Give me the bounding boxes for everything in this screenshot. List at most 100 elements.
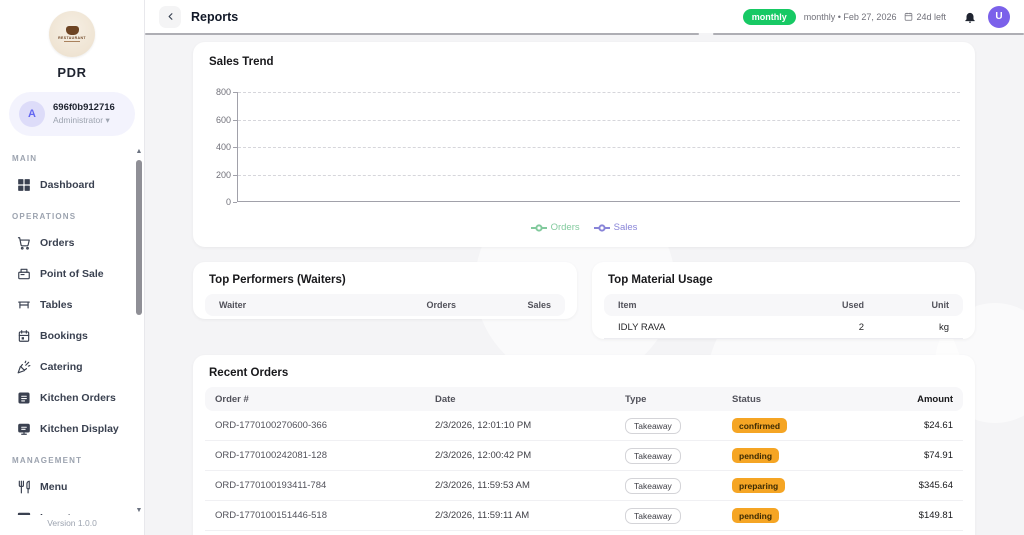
y-axis-tick-mark	[233, 202, 237, 203]
account-avatar[interactable]: U	[988, 5, 1010, 28]
type-pill: Takeaway	[625, 477, 681, 494]
order-amount: $24.61	[923, 420, 953, 431]
order-date: 2/3/2026, 11:59:11 AM	[435, 510, 530, 521]
sidebar-item-catering[interactable]: Catering	[0, 351, 144, 382]
order-date: 2/3/2026, 12:00:42 PM	[435, 450, 532, 461]
period-text: monthly • Feb 27, 2026	[803, 11, 897, 22]
legend-line-icon	[593, 223, 610, 232]
order-number: ORD-1770100193411-784	[215, 480, 327, 491]
sidebar-item-tables[interactable]: Tables	[0, 289, 144, 320]
sidebar-item-label: Catering	[40, 360, 83, 373]
scroll-up-icon[interactable]: ▲	[135, 148, 143, 156]
sidebar-item-orders[interactable]: Orders	[0, 227, 144, 258]
catering-icon	[16, 359, 31, 374]
sidebar: RESTAURANT PDR A 696f0b912716 Administra…	[0, 0, 145, 535]
y-axis-tick-mark	[233, 147, 237, 148]
top-performers-header: Waiter Orders Sales	[205, 294, 565, 316]
nav-section-label: MAIN	[12, 154, 38, 163]
column-header: Used	[841, 300, 864, 310]
material-usage-card: Top Material Usage Item Used Unit IDLY RAV…	[592, 262, 975, 339]
dashboard-icon	[16, 177, 31, 192]
material-usage-row: IDLY RAVA 2 kg	[604, 316, 963, 339]
y-axis-tick-label: 400	[215, 142, 231, 152]
sidebar-item-label: Point of Sale	[40, 267, 104, 280]
user-avatar: A	[19, 101, 45, 127]
chevron-down-icon: ▾	[105, 115, 110, 125]
column-header: Amount	[917, 393, 953, 405]
order-row: ORD-1770100151446-518 2/3/2026, 11:59:11 …	[205, 501, 963, 531]
orders-icon	[16, 235, 31, 250]
sidebar-item-label: Kitchen Orders	[40, 391, 116, 404]
sidebar-item-kitchen-orders[interactable]: Kitchen Orders	[0, 382, 144, 413]
chart-gridline	[238, 119, 960, 121]
nav-section-label: MANAGEMENT	[12, 456, 83, 465]
chart-gridline	[238, 92, 960, 93]
y-axis-tick-label: 0	[225, 197, 231, 207]
order-type: Takeaway	[615, 447, 722, 464]
tables-icon	[16, 297, 31, 312]
sales-trend-card: Sales Trend 0 200 400 600 800 Orders Sales	[193, 42, 975, 247]
kitchen-display-icon	[16, 421, 31, 436]
order-row: ORD-1770100270600-366 2/3/2026, 12:01:10 …	[205, 411, 963, 441]
column-header: Order #	[215, 393, 249, 405]
sidebar-item-dashboard[interactable]: Dashboard	[0, 169, 144, 200]
scroll-down-icon[interactable]: ▼	[135, 507, 143, 515]
sidebar-item-label: Tables	[40, 298, 73, 311]
bookings-icon	[16, 328, 31, 343]
recent-orders-header: Order # Date Type Status Amount	[205, 387, 963, 411]
pos-icon	[16, 266, 31, 281]
column-header: Unit	[931, 300, 950, 310]
order-date: 2/3/2026, 11:59:53 AM	[435, 480, 530, 491]
type-pill: Takeaway	[625, 417, 681, 434]
chart-legend: Orders Sales	[193, 222, 975, 233]
scrollbar-thumb[interactable]	[136, 160, 142, 315]
sidebar-item-label: Dashboard	[40, 178, 95, 191]
logo-text: RESTAURANT	[58, 36, 86, 40]
order-amount: $149.81	[918, 510, 953, 521]
user-name: 696f0b912716	[53, 102, 115, 113]
order-number: ORD-1770100270600-366	[215, 420, 327, 431]
recent-orders-title: Recent Orders	[209, 367, 289, 379]
material-usage-header: Item Used Unit	[604, 294, 963, 316]
top-performers-title: Top Performers (Waiters)	[209, 274, 346, 286]
status-badge: pending	[732, 448, 780, 463]
column-header: Waiter	[219, 300, 247, 310]
status-badge: preparing	[732, 478, 786, 493]
column-header: Type	[625, 393, 647, 405]
nav-section: OPERATIONS Orders Point of Sale Tables Booki…	[0, 208, 144, 444]
type-pill: Takeaway	[625, 447, 681, 464]
order-number: ORD-1770100151446-518	[215, 510, 327, 521]
restaurant-logo: RESTAURANT	[49, 11, 95, 57]
legend-item-sales: Sales	[593, 222, 637, 233]
order-type: Takeaway	[615, 417, 722, 434]
user-role: Administrator ▾	[53, 115, 110, 125]
nav-section-label: OPERATIONS	[12, 212, 77, 221]
order-type: Takeaway	[615, 477, 722, 494]
kitchen-orders-icon	[16, 390, 31, 405]
horizontal-scrollbar[interactable]	[145, 33, 1024, 36]
chart-gridline	[238, 147, 960, 148]
sidebar-item-kitchen-display[interactable]: Kitchen Display	[0, 413, 144, 444]
legend-item-orders: Orders	[530, 222, 580, 233]
order-number: ORD-1770100242081-128	[215, 450, 327, 461]
sidebar-item-menu[interactable]: Menu	[0, 471, 144, 502]
column-header: Orders	[426, 300, 456, 310]
notifications-button[interactable]	[960, 7, 980, 27]
menu-icon	[16, 479, 31, 494]
y-axis-tick-label: 200	[215, 169, 231, 180]
order-amount: $74.91	[923, 450, 953, 461]
sidebar-item-point-of-sale[interactable]: Point of Sale	[0, 258, 144, 289]
sidebar-scrollbar[interactable]: ▲ ▼	[135, 148, 143, 515]
top-bar: Reports monthly monthly • Feb 27, 2026 2…	[145, 0, 1024, 33]
cell: IDLY RAVA	[618, 321, 666, 333]
sidebar-item-bookings[interactable]: Bookings	[0, 320, 144, 351]
sidebar-item-label: Orders	[40, 236, 75, 249]
user-menu[interactable]: A 696f0b912716 Administrator ▾	[9, 92, 135, 136]
y-axis-tick-label: 800	[215, 87, 231, 97]
back-button[interactable]	[159, 5, 181, 28]
y-axis-tick-mark	[233, 174, 237, 176]
material-usage-body: IDLY RAVA 2 kg	[592, 316, 975, 339]
bell-icon	[965, 12, 975, 23]
order-status: pending	[722, 508, 882, 523]
order-type: Takeaway	[615, 507, 722, 524]
